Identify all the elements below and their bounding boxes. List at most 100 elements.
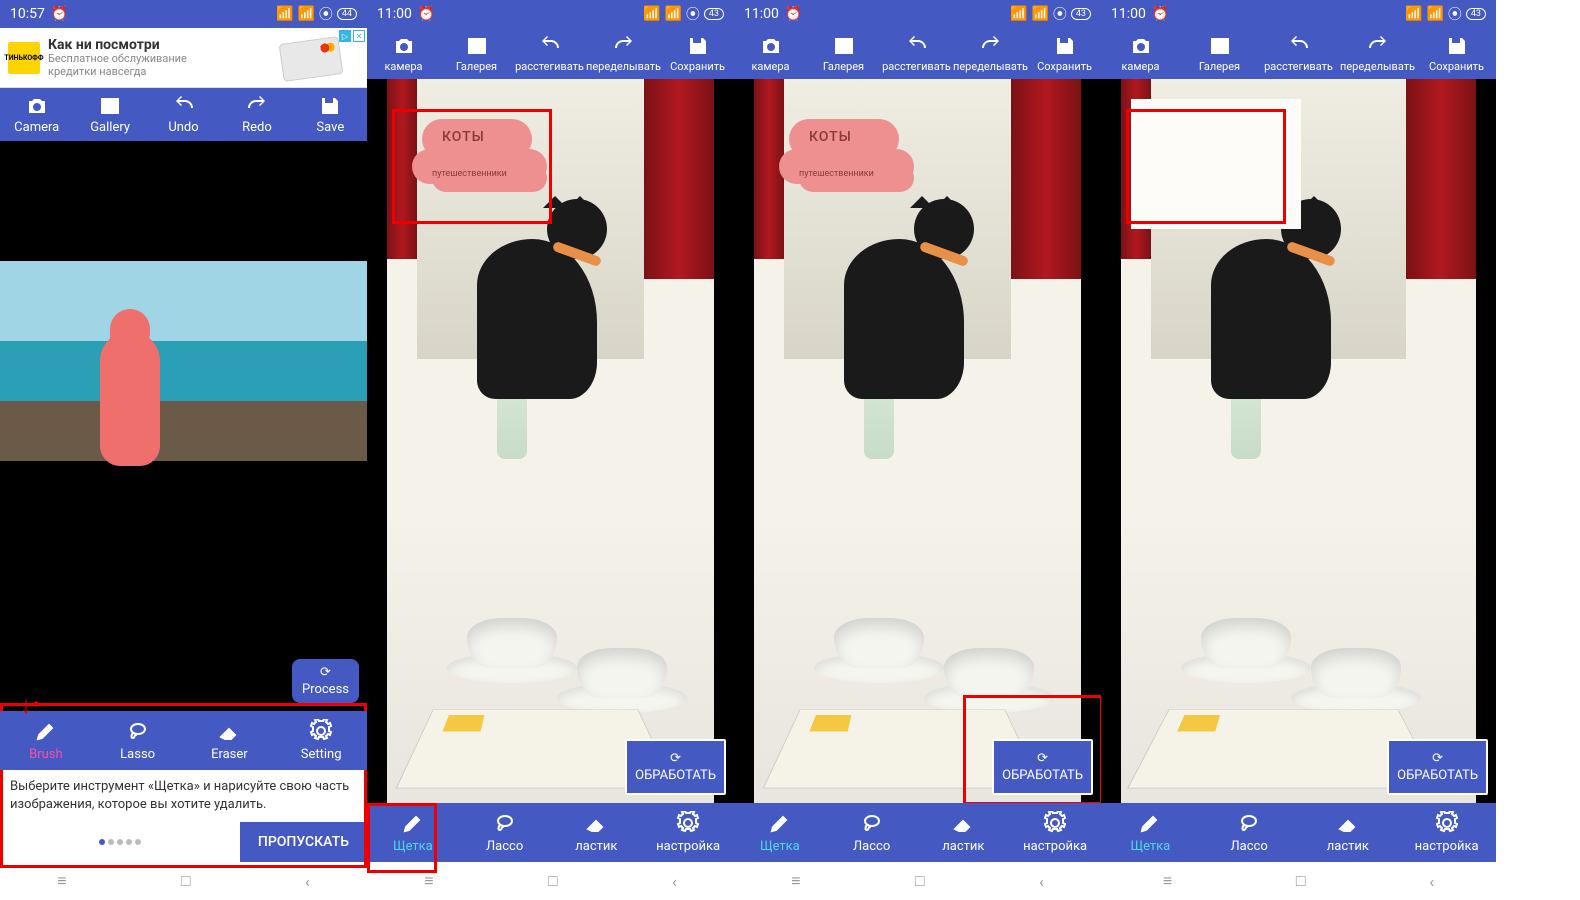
recent-icon[interactable]: ≡ [791, 871, 800, 891]
alarm-icon: ⏰ [418, 6, 435, 22]
label: камера [384, 60, 422, 73]
process-button[interactable]: ⟳ОБРАБОТАТЬ [1387, 739, 1488, 795]
label: Сохранить [1037, 60, 1092, 73]
signal-icon: 📶 [1405, 6, 1422, 22]
settings-button[interactable]: настройка [642, 803, 734, 862]
redo-button[interactable]: переделывать [1338, 28, 1417, 79]
home-icon[interactable]: □ [915, 871, 925, 891]
settings-button[interactable]: Setting [275, 711, 367, 770]
back-icon[interactable]: ‹ [1039, 872, 1044, 891]
clock: 11:00 [744, 6, 779, 22]
eraser-tool[interactable]: ластик [551, 803, 643, 862]
highlight-box [392, 109, 552, 224]
camera-button[interactable]: камера [1101, 28, 1180, 79]
label: настройка [1023, 839, 1087, 854]
label: Lasso [120, 747, 155, 762]
label: Gallery [90, 120, 130, 135]
recent-icon[interactable]: ≡ [424, 871, 433, 891]
label: Redo [242, 120, 272, 135]
label: расстегивать [1264, 60, 1333, 73]
status-bar: 11:00⏰ 📶📶⦿43 [1101, 0, 1496, 28]
ad-close-icon[interactable]: ✕ [353, 30, 365, 42]
lasso-tool[interactable]: Лассо [826, 803, 918, 862]
lasso-tool[interactable]: Лассо [459, 803, 551, 862]
process-button[interactable]: ⟳Process [292, 659, 359, 703]
top-toolbar: камера Галерея расстегивать переделывать… [1101, 28, 1496, 79]
signal-icon: 📶 [664, 6, 681, 22]
save-button[interactable]: Save [294, 88, 367, 141]
status-bar: 11:00⏰ 📶📶⦿43 [734, 0, 1101, 28]
back-icon[interactable]: ‹ [1429, 872, 1434, 891]
label: Лассо [1230, 839, 1267, 854]
recent-icon[interactable]: ≡ [1163, 871, 1172, 891]
save-button[interactable]: Сохранить [1028, 28, 1101, 79]
save-button[interactable]: Сохранить [1417, 28, 1496, 79]
ad-brand-logo: ТИНЬКОФФ [8, 42, 40, 74]
brush-wrapper: Щетка Лассо ластик настройка [367, 803, 734, 862]
settings-button[interactable]: настройка [1009, 803, 1101, 862]
process-button[interactable]: ⟳ ОБРАБОТАТЬ [992, 739, 1093, 795]
battery-icon: 43 [704, 8, 724, 20]
eraser-tool[interactable]: ластик [918, 803, 1010, 862]
undo-button[interactable]: Undo [147, 88, 220, 141]
editor-canvas[interactable]: ⟳Process [0, 141, 367, 711]
brush-tool[interactable]: Щетка [1101, 803, 1200, 862]
bottom-toolbar: Щетка Лассо ластик настройка [734, 803, 1101, 862]
recent-icon[interactable]: ≡ [57, 871, 66, 891]
label: ОБРАБОТАТЬ [1002, 768, 1083, 783]
signal-icon: 📶 [1426, 6, 1443, 22]
undo-button[interactable]: расстегивать [513, 28, 586, 79]
undo-button[interactable]: расстегивать [880, 28, 953, 79]
settings-button[interactable]: настройка [1397, 803, 1496, 862]
back-icon[interactable]: ‹ [672, 872, 677, 891]
gallery-button[interactable]: Галерея [807, 28, 880, 79]
highlight-box [1126, 109, 1286, 224]
refresh-icon: ⟳ [1037, 751, 1048, 766]
editor-canvas[interactable]: КОТЫ путешественники ⟳ОБРАБОТАТЬ [734, 79, 1101, 803]
brush-tool[interactable]: Brush [0, 711, 92, 770]
camera-button[interactable]: Camera [0, 88, 73, 141]
save-button[interactable]: Сохранить [661, 28, 734, 79]
eraser-tool[interactable]: ластик [1299, 803, 1398, 862]
label: ОБРАБОТАТЬ [635, 768, 716, 783]
signal-icon: 📶 [1010, 6, 1027, 22]
ad-info-icon[interactable]: ▷ [339, 30, 351, 42]
label: Галерея [1199, 60, 1240, 73]
eraser-tool[interactable]: Eraser [184, 711, 276, 770]
brush-tool[interactable]: Щетка [734, 803, 826, 862]
android-nav: ≡ □ ‹ [1101, 862, 1496, 900]
label: переделывать [953, 60, 1028, 73]
gallery-button[interactable]: Gallery [73, 88, 146, 141]
redo-button[interactable]: переделывать [586, 28, 661, 79]
redo-button[interactable]: переделывать [953, 28, 1028, 79]
top-toolbar: камера Галерея расстегивать переделывать… [734, 28, 1101, 79]
redo-button[interactable]: Redo [220, 88, 293, 141]
ad-card-image [279, 36, 344, 82]
gallery-button[interactable]: Галерея [1180, 28, 1259, 79]
screen-1: 10:57⏰ 📶📶⦿44 ТИНЬКОФФ Как ни посмотриБес… [0, 0, 367, 900]
signal-icon: 📶 [1031, 6, 1048, 22]
undo-button[interactable]: расстегивать [1259, 28, 1338, 79]
label: Undo [168, 120, 198, 135]
label: расстегивать [882, 60, 951, 73]
process-button[interactable]: ⟳ОБРАБОТАТЬ [625, 739, 726, 795]
ad-banner[interactable]: ТИНЬКОФФ Как ни посмотриБесплатное обслу… [0, 28, 367, 88]
status-bar: 10:57⏰ 📶📶⦿44 [0, 0, 367, 28]
camera-button[interactable]: камера [367, 28, 440, 79]
gallery-button[interactable]: Галерея [440, 28, 513, 79]
lasso-tool[interactable]: Lasso [92, 711, 184, 770]
label: Сохранить [670, 60, 725, 73]
home-icon[interactable]: □ [1296, 871, 1306, 891]
editor-canvas[interactable]: ⟳ОБРАБОТАТЬ [1101, 79, 1496, 803]
screen-2: 11:00⏰ 📶📶⦿43 камера Галерея расстегивать… [367, 0, 734, 900]
lasso-tool[interactable]: Лассо [1200, 803, 1299, 862]
editor-canvas[interactable]: КОТЫ путешественники ⟳ОБРАБОТАТЬ [367, 79, 734, 803]
home-icon[interactable]: □ [548, 871, 558, 891]
home-icon[interactable]: □ [181, 871, 191, 891]
camera-button[interactable]: камера [734, 28, 807, 79]
label: Лассо [853, 839, 890, 854]
label: Eraser [211, 747, 248, 762]
back-icon[interactable]: ‹ [305, 872, 310, 891]
label: расстегивать [515, 60, 584, 73]
label: камера [1121, 60, 1159, 73]
